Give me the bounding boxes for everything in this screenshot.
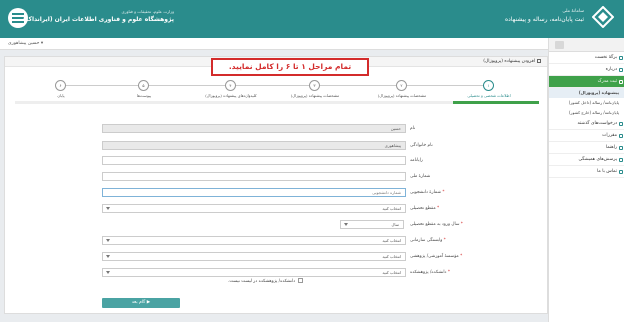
top-header: وزارت علوم، تحقیقات و فناوری پژوهشگاه عل… (0, 0, 624, 38)
sidebar-item-rules[interactable]: مقررات (549, 130, 624, 142)
institute-name: پژوهشگاه علوم و فناوری اطلاعات ایران (ای… (23, 16, 174, 23)
user-menu[interactable]: حسین پیشاهوری ▾ (8, 41, 43, 46)
menu-icon (555, 41, 564, 49)
system-subtitle: سامانهٔ ملی (562, 9, 584, 14)
step-2[interactable]: ۲ (396, 80, 407, 91)
institute-title: وزارت علوم، تحقیقات و فناوری پژوهشگاه عل… (23, 9, 175, 23)
help-icon (619, 146, 623, 150)
instruction-banner: تمام مراحل ۱ تا ۶ را کامل نمایید. (211, 58, 369, 76)
system-title: سامانهٔ ملی ثبت پایان‌نامه، رساله و پیشن… (505, 9, 584, 23)
user-bar: حسین پیشاهوری ▾ (0, 38, 548, 50)
entry-year-label-text: سال ورود به مقطع تحصیلی (410, 222, 460, 227)
entry-year-select-value: سال (391, 222, 399, 227)
entry-year-select[interactable]: سال (340, 220, 404, 229)
faculty-label: * دانشکده/ پژوهشکده (410, 270, 450, 275)
step-4-label: کلیدواژه‌های پیشنهاده (پروپوزال) (205, 93, 257, 98)
step-3-label: مشخصات پیشنهاده (پروپوزال) (290, 93, 340, 98)
faculty-not-listed-row[interactable]: دانشکده/ پژوهشکده در لیست نیست. (228, 278, 304, 284)
faculty-label-text: دانشکده/ پژوهشکده (410, 270, 447, 275)
sidebar-item-label: برگهٔ نخست (594, 55, 617, 60)
system-logo[interactable] (591, 5, 615, 29)
next-step-button[interactable]: گام بعد ▶ (102, 298, 180, 308)
org-label: * وابستگی سازمانی (410, 238, 446, 243)
chevron-down-icon (106, 271, 110, 274)
sidebar-item-contact[interactable]: تماس با ما (549, 166, 624, 178)
degree-label-text: مقطع تحصیلی (410, 206, 436, 211)
last-name-label: نام خانوادگی (410, 143, 433, 148)
sidebar-item-history[interactable]: درخواست‌های گذشته (549, 118, 624, 130)
sidebar-toggle[interactable] (549, 38, 624, 52)
entry-year-label: * سال ورود به مقطع تحصیلی (410, 222, 463, 227)
national-code-label: شمارهٔ ملی (410, 174, 431, 179)
home-icon (619, 56, 623, 60)
file-icon (619, 80, 623, 84)
book-icon (619, 134, 623, 138)
sidebar-item-label: تماس با ما (597, 169, 617, 174)
edu-select-value: انتخاب کنید (382, 254, 401, 259)
first-name-label: نام (410, 126, 416, 131)
step-1[interactable]: ۱ (483, 80, 494, 91)
institute-subtitle: وزارت علوم، تحقیقات و فناوری (121, 9, 175, 14)
sidebar-subitem-thesis-domestic[interactable]: پایان‌نامه/ رساله (داخل کشور) (549, 98, 624, 108)
first-name-field: حسین (102, 124, 406, 133)
info-icon (619, 68, 623, 72)
sidebar-item-label: درباره (605, 67, 617, 72)
faculty-not-listed-checkbox[interactable] (298, 278, 304, 283)
step-3[interactable]: ۳ (309, 80, 320, 91)
student-no-label-text: شمارهٔ دانشجویی (410, 190, 441, 195)
email-field[interactable] (102, 156, 406, 165)
history-icon (619, 122, 623, 126)
sidebar-item-home[interactable]: برگهٔ نخست (549, 52, 624, 64)
faculty-select[interactable]: انتخاب کنید (102, 268, 406, 277)
step-6[interactable]: ۶ (55, 80, 66, 91)
org-label-text: وابستگی سازمانی (410, 238, 443, 243)
panel-title: افزودن پیشنهاده (پروپوزال) (483, 59, 535, 64)
sidebar-item-faq[interactable]: پرسش‌های همیشگی (549, 154, 624, 166)
phone-icon (619, 170, 623, 174)
chevron-down-icon (106, 255, 110, 258)
sidebar-subitem-proposal[interactable]: پیشنهاده (پروپوزال) (549, 88, 624, 98)
edu-select[interactable]: انتخاب کنید (102, 252, 406, 261)
step-6-label: پایان (57, 93, 65, 98)
sidebar-item-label: ثبت مدرک (597, 79, 617, 84)
sidebar-subitem-thesis-abroad[interactable]: پایان‌نامه/ رساله (خارج کشور) (549, 108, 624, 118)
step-5-label: پیوست‌ها (136, 93, 152, 98)
progress-bar (453, 101, 539, 104)
step-4[interactable]: ۴ (225, 80, 236, 91)
step-1-label: اطلاعات شخصی و تحصیلی (467, 93, 511, 98)
org-select-value: انتخاب کنید (382, 238, 401, 243)
faculty-select-value: انتخاب کنید (382, 270, 401, 275)
edit-icon (537, 58, 541, 63)
national-code-field[interactable] (102, 172, 406, 181)
sidebar-item-help[interactable]: راهنما (549, 142, 624, 154)
sidebar-item-register[interactable]: ثبت مدرک (549, 76, 624, 88)
degree-label: * مقطع تحصیلی (410, 206, 440, 211)
steps-line (61, 85, 493, 86)
system-name: ثبت پایان‌نامه، رساله و پیشنهاده (504, 16, 584, 23)
question-icon (619, 158, 623, 162)
student-no-field[interactable]: شماره دانشجویی (102, 188, 406, 197)
sidebar-item-label: درخواست‌های گذشته (577, 121, 617, 126)
degree-select[interactable]: انتخاب کنید (102, 204, 406, 213)
student-no-label: * شمارهٔ دانشجویی (410, 190, 445, 195)
sidebar-item-about[interactable]: درباره (549, 64, 624, 76)
sidebar-item-label: راهنما (605, 145, 617, 150)
sidebar-item-label: پرسش‌های همیشگی (578, 157, 617, 162)
edu-label-text: مؤسسهٔ آموزشی/ پژوهشی (410, 254, 459, 259)
step-5[interactable]: ۵ (138, 80, 149, 91)
email-label: رایانامه (410, 158, 423, 163)
chevron-down-icon (106, 239, 110, 242)
org-select[interactable]: انتخاب کنید (102, 236, 406, 245)
last-name-field: پیشاهوری (102, 141, 406, 150)
chevron-down-icon (106, 207, 110, 210)
degree-select-value: انتخاب کنید (382, 206, 401, 211)
sidebar-item-label: مقررات (602, 133, 617, 138)
edu-label: * مؤسسهٔ آموزشی/ پژوهشی (410, 254, 463, 259)
step-2-label: مشخصات پیشنهاده (پروپوزال) (377, 93, 427, 98)
sidebar: برگهٔ نخست درباره ثبت مدرک پیشنهاده (پرو… (548, 38, 624, 322)
faculty-not-listed-label: دانشکده/ پژوهشکده در لیست نیست. (228, 279, 296, 284)
chevron-down-icon (344, 223, 348, 226)
